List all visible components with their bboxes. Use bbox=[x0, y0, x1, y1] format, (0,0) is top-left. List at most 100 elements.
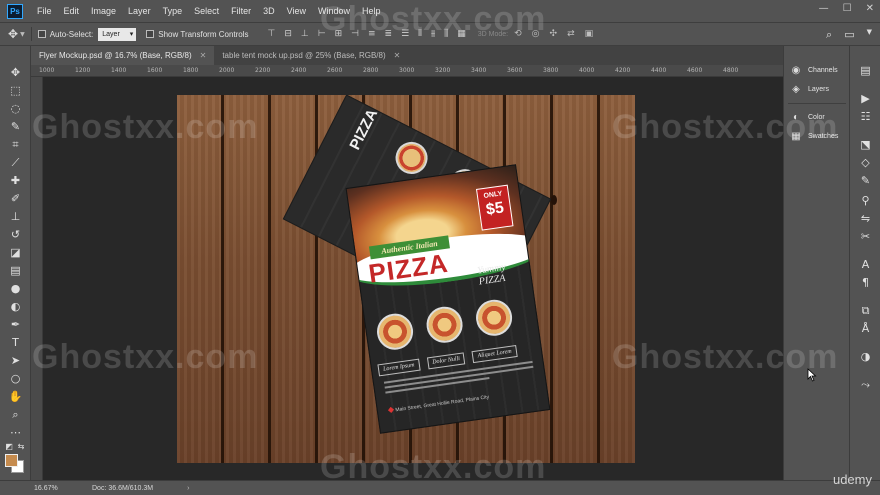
close-icon[interactable]: ✕ bbox=[200, 51, 207, 60]
paths-icon[interactable]: ⤳ bbox=[858, 378, 873, 392]
slide-3d-icon[interactable]: ⇄ bbox=[567, 29, 575, 39]
close-icon[interactable]: ✕ bbox=[866, 3, 874, 14]
pen-tool-icon[interactable]: ✒ bbox=[7, 318, 24, 332]
character-icon[interactable]: A bbox=[858, 258, 873, 272]
close-icon[interactable]: ✕ bbox=[394, 51, 401, 60]
menu-window[interactable]: Window bbox=[312, 6, 356, 16]
canvas-area[interactable]: PIZZA ONLY $5 Authentic Italian PIZZA Yu… bbox=[43, 77, 783, 480]
align-left-icon[interactable]: ⊢ bbox=[318, 29, 326, 39]
scale-3d-icon[interactable]: ▣ bbox=[585, 29, 594, 39]
eraser-tool-icon[interactable]: ◪ bbox=[7, 246, 24, 260]
panel-color[interactable]: ◐ Color bbox=[790, 112, 825, 123]
distribute-bottom-icon[interactable]: ☰ bbox=[401, 29, 409, 39]
zoom-tool-icon[interactable]: ⌕ bbox=[7, 408, 24, 422]
pizza-row bbox=[374, 297, 515, 353]
ruler-tick: 1400 bbox=[111, 67, 127, 74]
clone-source-icon[interactable]: ✂ bbox=[858, 230, 873, 244]
navigator-icon[interactable]: ◑ bbox=[858, 350, 873, 364]
menu-help[interactable]: Help bbox=[356, 6, 387, 16]
type-tool-icon[interactable]: T bbox=[7, 336, 24, 350]
align-right-icon[interactable]: ⊣ bbox=[351, 29, 359, 39]
lasso-tool-icon[interactable]: ◌ bbox=[7, 102, 24, 116]
foreground-color-swatch[interactable] bbox=[5, 454, 18, 467]
divider bbox=[788, 103, 846, 104]
drag-3d-icon[interactable]: ✣ bbox=[550, 29, 558, 39]
menu-type[interactable]: Type bbox=[157, 6, 189, 16]
distribute-center-icon[interactable]: ⫵ bbox=[431, 29, 435, 39]
workspace-icon[interactable]: ▭ bbox=[844, 28, 854, 42]
align-middle-icon[interactable]: ⊟ bbox=[284, 29, 292, 39]
notes-icon[interactable]: ⧉ bbox=[858, 304, 873, 318]
tab-label: Flyer Mockup.psd @ 16.7% (Base, RGB/8) bbox=[39, 51, 192, 60]
dodge-tool-icon[interactable]: ◐ bbox=[7, 300, 24, 314]
panel-channels[interactable]: ◉ Channels bbox=[790, 65, 838, 76]
auto-select-dropdown[interactable]: Layer ▾ bbox=[98, 27, 137, 41]
minimize-icon[interactable]: — bbox=[819, 3, 829, 14]
more-tools-icon[interactable]: ⋯ bbox=[7, 426, 24, 440]
history-brush-tool-icon[interactable]: ↺ bbox=[7, 228, 24, 242]
properties-icon[interactable]: ☷ bbox=[858, 110, 873, 124]
roll-3d-icon[interactable]: ◎ bbox=[532, 29, 540, 39]
search-icon[interactable]: ⌕ bbox=[826, 28, 832, 42]
document-tabs: Flyer Mockup.psd @ 16.7% (Base, RGB/8) ✕… bbox=[31, 46, 783, 65]
tab-table-tent[interactable]: table tent mock up.psd @ 25% (Base, RGB/… bbox=[214, 46, 408, 65]
distribute-middle-icon[interactable]: ≣ bbox=[385, 29, 393, 39]
document-canvas[interactable]: PIZZA ONLY $5 Authentic Italian PIZZA Yu… bbox=[177, 95, 635, 463]
align-bottom-icon[interactable]: ⊥ bbox=[301, 29, 309, 39]
quick-select-tool-icon[interactable]: ✎ bbox=[7, 120, 24, 134]
transform-controls-checkbox[interactable] bbox=[146, 30, 155, 38]
menu-file[interactable]: File bbox=[31, 6, 58, 16]
chevron-right-icon[interactable]: › bbox=[187, 485, 189, 492]
zoom-level[interactable]: 16.67% bbox=[34, 485, 70, 492]
brush-tool-icon[interactable]: ✐ bbox=[7, 192, 24, 206]
tool-presets-icon[interactable]: ⇋ bbox=[858, 212, 873, 226]
menu-image[interactable]: Image bbox=[85, 6, 122, 16]
blur-tool-icon[interactable]: ● bbox=[7, 282, 24, 296]
clone-stamp-tool-icon[interactable]: ⊥ bbox=[7, 210, 24, 224]
distribute-right-icon[interactable]: ⫼ bbox=[444, 29, 448, 39]
distribute-top-icon[interactable]: ≡ bbox=[368, 29, 376, 39]
crop-tool-icon[interactable]: ⌗ bbox=[7, 138, 24, 152]
move-tool-icon[interactable]: ✥ bbox=[7, 66, 24, 80]
menu-select[interactable]: Select bbox=[188, 6, 225, 16]
chevron-down-icon[interactable]: ▼ bbox=[20, 31, 25, 38]
move-tool-icon[interactable]: ✥ bbox=[8, 27, 18, 41]
brushes-icon[interactable]: ✎ bbox=[858, 174, 873, 188]
styles-icon[interactable]: ◇ bbox=[858, 156, 873, 170]
panel-swatches[interactable]: ▦ Swatches bbox=[790, 131, 838, 142]
chevron-down-icon[interactable]: ▼ bbox=[867, 28, 872, 42]
align-center-icon[interactable]: ⊞ bbox=[335, 29, 343, 39]
auto-select-checkbox[interactable] bbox=[37, 30, 46, 38]
marquee-tool-icon[interactable]: ⬚ bbox=[7, 84, 24, 98]
brush-presets-icon[interactable]: ⚲ bbox=[858, 194, 873, 208]
gradient-tool-icon[interactable]: ▤ bbox=[7, 264, 24, 278]
distribute-left-icon[interactable]: ⫴ bbox=[418, 29, 422, 39]
pizza-label: Aliquet Lorem bbox=[471, 345, 518, 364]
paragraph-icon[interactable]: ¶ bbox=[858, 276, 873, 290]
menu-filter[interactable]: Filter bbox=[225, 6, 257, 16]
panel-layers[interactable]: ◈ Layers bbox=[790, 84, 829, 95]
eyedropper-tool-icon[interactable]: ⟋ bbox=[7, 156, 24, 170]
menu-view[interactable]: View bbox=[281, 6, 312, 16]
history-icon[interactable]: ▤ bbox=[858, 64, 873, 78]
swap-colors-icon[interactable]: ⇆ bbox=[16, 440, 26, 454]
menu-bar: Ps File Edit Image Layer Type Select Fil… bbox=[0, 0, 880, 22]
menu-layer[interactable]: Layer bbox=[122, 6, 157, 16]
adjustments-icon[interactable]: ⬔ bbox=[858, 138, 873, 152]
healing-brush-tool-icon[interactable]: ✚ bbox=[7, 174, 24, 188]
path-select-tool-icon[interactable]: ➤ bbox=[7, 354, 24, 368]
maximize-icon[interactable]: ☐ bbox=[843, 3, 852, 14]
default-colors-icon[interactable]: ◩ bbox=[4, 440, 14, 454]
glyphs-icon[interactable]: Å bbox=[858, 322, 873, 336]
menu-edit[interactable]: Edit bbox=[58, 6, 86, 16]
hand-tool-icon[interactable]: ✋ bbox=[7, 390, 24, 404]
auto-align-icon[interactable]: ▦ bbox=[457, 29, 466, 39]
menu-3d[interactable]: 3D bbox=[257, 6, 281, 16]
align-top-icon[interactable]: ⊤ bbox=[268, 29, 276, 39]
shape-tool-icon[interactable]: ○ bbox=[7, 372, 24, 386]
tab-flyer-mockup[interactable]: Flyer Mockup.psd @ 16.7% (Base, RGB/8) ✕ bbox=[31, 46, 215, 65]
orbit-3d-icon[interactable]: ⟲ bbox=[514, 29, 522, 39]
actions-play-icon[interactable]: ▶ bbox=[858, 92, 873, 106]
ruler-tick: 2800 bbox=[363, 67, 379, 74]
divider bbox=[30, 27, 32, 41]
